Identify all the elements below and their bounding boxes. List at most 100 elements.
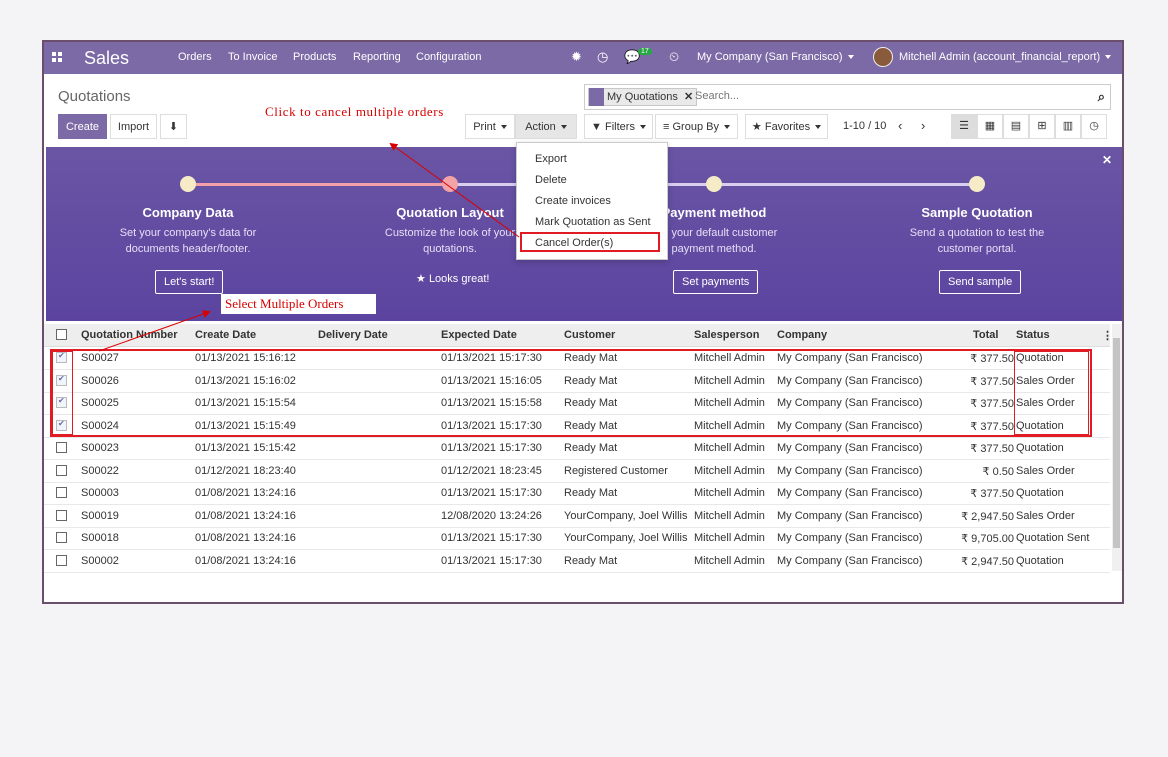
- row-company: My Company (San Francisco): [777, 554, 923, 567]
- menu-item-mark-sent[interactable]: Mark Quotation as Sent: [535, 216, 651, 228]
- clock-icon[interactable]: ◷: [597, 49, 608, 65]
- messages-badge: 17: [638, 48, 652, 55]
- row-checkbox[interactable]: [56, 509, 67, 521]
- table-row[interactable]: S00023 01/13/2021 15:15:42 01/13/2021 15:1…: [44, 437, 1110, 460]
- menu-products[interactable]: Products: [293, 51, 336, 63]
- table-row[interactable]: S00003 01/08/2021 13:24:16 01/13/2021 15:1…: [44, 482, 1110, 505]
- chevron-down-icon: [847, 55, 854, 60]
- scrollbar[interactable]: [1112, 324, 1122, 571]
- row-checkbox[interactable]: [56, 532, 67, 543]
- row-total: ₹ 2,947.50: [961, 555, 1014, 568]
- search-input[interactable]: [693, 89, 1077, 103]
- search-bar[interactable]: My Quotations ✕ ⌕: [584, 84, 1111, 110]
- chevron-down-icon: [1105, 55, 1112, 60]
- row-status: Sales Order: [1016, 509, 1075, 522]
- select-all-checkbox[interactable]: [56, 329, 67, 340]
- chevron-down-icon: [500, 125, 507, 130]
- menu-configuration[interactable]: Configuration: [416, 51, 481, 63]
- calendar-view-icon[interactable]: ▤: [1003, 114, 1029, 139]
- column-header[interactable]: Salesperson: [694, 329, 759, 341]
- app-brand[interactable]: Sales: [84, 48, 129, 69]
- action-button[interactable]: Action: [515, 114, 577, 139]
- activity-icon[interactable]: ⏲: [669, 49, 679, 65]
- step-dot: [442, 176, 458, 192]
- import-button[interactable]: Import: [110, 114, 157, 139]
- highlight-cancel-orders: [520, 232, 660, 252]
- column-header[interactable]: Expected Date: [441, 329, 517, 341]
- row-status: Quotation Sent: [1016, 532, 1090, 544]
- row-create-date: 01/08/2021 13:24:16: [195, 509, 296, 522]
- step-desc: Send a quotation to test the customer por…: [877, 225, 1077, 257]
- pager-value[interactable]: 1-10 / 10: [843, 120, 886, 132]
- download-icon[interactable]: ⬇: [160, 114, 187, 139]
- row-total: ₹ 377.50: [970, 443, 1014, 455]
- close-icon[interactable]: ✕: [1102, 153, 1112, 167]
- print-button[interactable]: Print: [465, 114, 515, 139]
- row-company: My Company (San Francisco): [777, 487, 923, 499]
- avatar[interactable]: [873, 47, 893, 67]
- set-payments-button[interactable]: Set payments: [673, 270, 759, 294]
- bug-icon[interactable]: ✹: [571, 49, 582, 65]
- apps-menu-icon[interactable]: [52, 52, 63, 63]
- menu-item-create-invoices[interactable]: Create invoices: [535, 195, 611, 207]
- row-customer: Ready Mat: [564, 554, 618, 567]
- menu-item-export[interactable]: Export: [535, 153, 567, 165]
- filters-label: Filters: [605, 121, 635, 133]
- table-row[interactable]: S00018 01/08/2021 13:24:16 01/13/2021 15:1…: [44, 527, 1110, 550]
- app-window: Sales Orders To Invoice Products Reporti…: [42, 40, 1124, 604]
- select-annotation: Select Multiple Orders: [225, 296, 344, 311]
- row-checkbox[interactable]: [56, 464, 67, 476]
- company-switcher[interactable]: My Company (San Francisco): [697, 51, 854, 63]
- looks-great-button[interactable]: ★ Looks great!: [416, 272, 489, 285]
- create-button[interactable]: Create: [58, 114, 107, 139]
- menu-reporting[interactable]: Reporting: [353, 51, 401, 63]
- column-header[interactable]: Status: [1016, 329, 1050, 341]
- table-row[interactable]: S00002 01/08/2021 13:24:16 01/13/2021 15:1…: [44, 550, 1110, 573]
- menu-to-invoice[interactable]: To Invoice: [228, 51, 278, 63]
- star-icon: ★: [751, 121, 762, 133]
- activity-view-icon[interactable]: ◷: [1081, 114, 1107, 139]
- scrollbar-thumb[interactable]: [1113, 338, 1120, 548]
- filter-icon: ▼: [591, 121, 602, 133]
- row-expected-date: 01/13/2021 15:17:30: [441, 554, 542, 567]
- row-checkbox[interactable]: [56, 554, 67, 566]
- favorites-button[interactable]: ★ Favorites: [745, 114, 828, 139]
- user-menu[interactable]: Mitchell Admin (account_financial_report…: [899, 51, 1112, 63]
- send-sample-button[interactable]: Send sample: [939, 270, 1022, 294]
- row-checkbox[interactable]: [56, 442, 67, 453]
- chevron-left-icon[interactable]: ‹: [898, 118, 902, 133]
- graph-view-icon[interactable]: ▥: [1055, 114, 1081, 139]
- table-row[interactable]: S00022 01/12/2021 18:23:40 01/12/2021 18:2…: [44, 460, 1110, 483]
- row-company: My Company (San Francisco): [777, 442, 923, 454]
- search-facet[interactable]: My Quotations ✕: [588, 88, 698, 106]
- filters-button[interactable]: ▼ Filters: [584, 114, 653, 139]
- search-icon[interactable]: ⌕: [1098, 89, 1105, 105]
- chevron-right-icon[interactable]: ›: [921, 118, 925, 133]
- column-header[interactable]: Delivery Date: [318, 329, 388, 341]
- lets-start-button[interactable]: Let's start!: [155, 270, 224, 294]
- list-view-icon[interactable]: ☰: [951, 114, 977, 139]
- kanban-view-icon[interactable]: ▦: [977, 114, 1003, 139]
- row-status: Quotation: [1016, 442, 1064, 454]
- looks-great-label: Looks great!: [428, 273, 490, 285]
- highlight-selected-rows: [50, 349, 1092, 437]
- highlight-status: [1014, 351, 1089, 435]
- menu-item-delete[interactable]: Delete: [535, 174, 567, 186]
- row-checkbox[interactable]: [56, 487, 67, 498]
- row-salesperson: Mitchell Admin: [694, 464, 765, 477]
- close-icon[interactable]: ✕: [684, 91, 693, 103]
- cancel-annotation: Click to cancel multiple orders: [265, 104, 444, 119]
- column-header[interactable]: Quotation Number: [81, 329, 178, 341]
- row-number: S00023: [81, 442, 119, 454]
- groupby-button[interactable]: ≡ Group By: [655, 114, 738, 139]
- pivot-view-icon[interactable]: ⊞: [1029, 114, 1055, 139]
- column-header[interactable]: Company: [777, 329, 827, 341]
- column-header[interactable]: Total: [973, 329, 998, 341]
- column-header[interactable]: Create Date: [195, 329, 256, 341]
- step-dot: [969, 176, 985, 192]
- column-header[interactable]: Customer: [564, 329, 615, 341]
- chevron-down-icon: [639, 125, 646, 130]
- menu-orders[interactable]: Orders: [178, 51, 212, 63]
- table-row[interactable]: S00019 01/08/2021 13:24:16 12/08/2020 13:2…: [44, 505, 1110, 528]
- row-status: Sales Order: [1016, 464, 1075, 477]
